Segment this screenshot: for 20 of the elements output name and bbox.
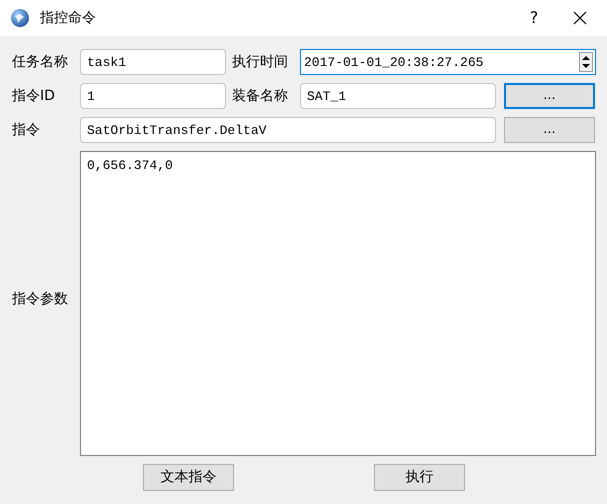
action-button[interactable]: 文本指令 (143, 464, 234, 491)
app-globe-icon (10, 8, 30, 28)
text-field[interactable]: 1 (80, 83, 226, 109)
text-field[interactable]: SAT_1 (300, 83, 496, 109)
field-label: 指令ID (12, 86, 56, 106)
field-label: 指令 (12, 120, 41, 140)
field-label: 装备名称 (232, 86, 289, 106)
text-field[interactable]: SatOrbitTransfer.DeltaV (80, 117, 496, 143)
field-label: 任务名称 (12, 52, 69, 72)
window-title: 指控命令 (40, 8, 96, 28)
action-button[interactable]: 执行 (374, 464, 465, 491)
browse-button[interactable]: ... (504, 83, 595, 109)
field-label: 指令参数 (12, 290, 69, 309)
spin-arrows-icon[interactable] (579, 52, 593, 72)
browse-button[interactable]: ... (504, 117, 595, 143)
field-label: 执行时间 (232, 52, 289, 72)
text-field[interactable]: task1 (80, 49, 226, 75)
parameters-text-area[interactable]: 0,656.374,0 (80, 151, 596, 456)
help-button[interactable]: ? (511, 0, 557, 36)
datetime-spin-field[interactable]: 2017-01-01_20:38:27.265 (300, 49, 596, 75)
